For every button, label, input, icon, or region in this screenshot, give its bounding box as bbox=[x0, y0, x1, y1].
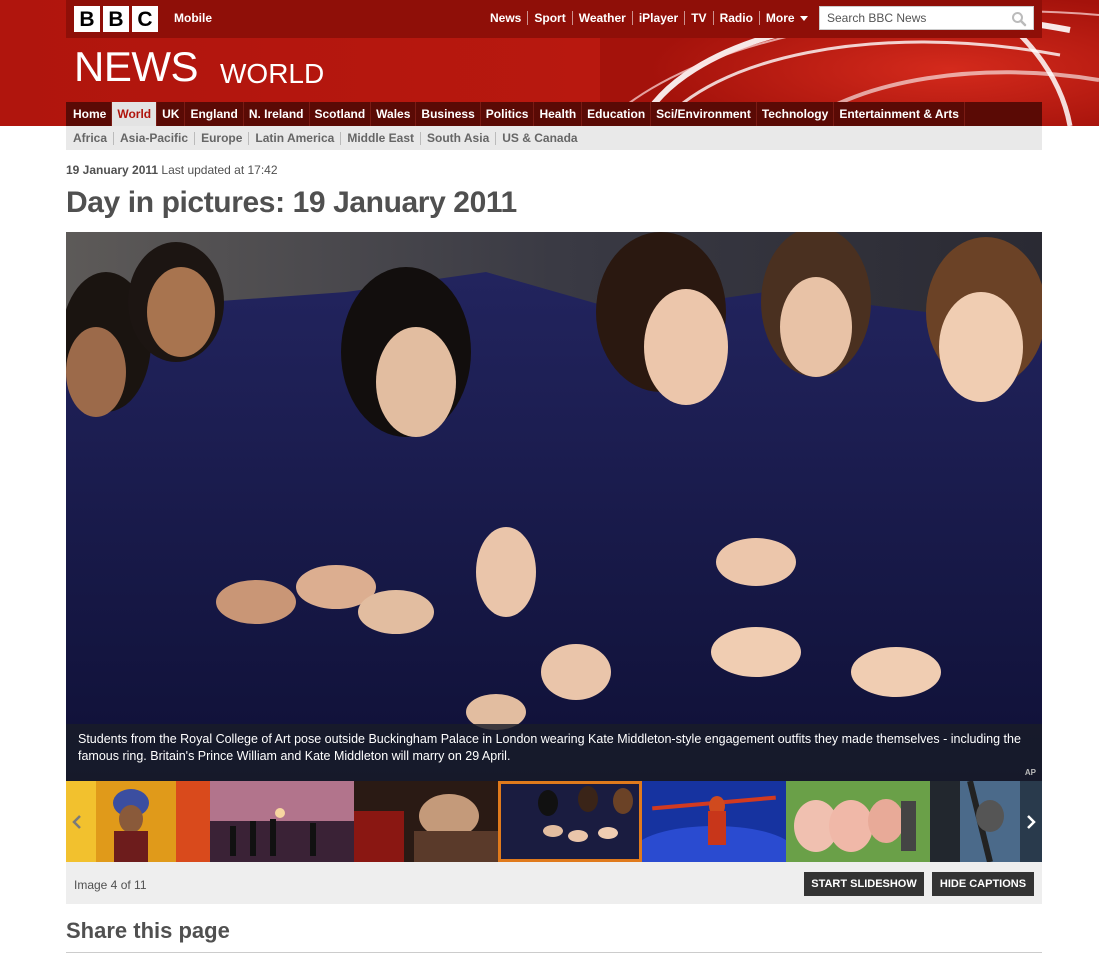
bbc-logo-block: B bbox=[74, 6, 100, 32]
thumbnail[interactable] bbox=[786, 781, 930, 862]
nav-item-technology[interactable]: Technology bbox=[757, 102, 835, 126]
global-nav-sport[interactable]: Sport bbox=[527, 11, 571, 25]
thumbnail-strip bbox=[66, 781, 1042, 862]
global-nav: News Sport Weather iPlayer TV Radio More bbox=[484, 11, 814, 25]
previous-image-button[interactable] bbox=[66, 781, 88, 862]
chevron-left-icon bbox=[72, 814, 81, 829]
image-counter: Image 4 of 11 bbox=[74, 878, 147, 892]
gallery-controls: Image 4 of 11 START SLIDESHOW HIDE CAPTI… bbox=[66, 862, 1042, 904]
global-nav-tv[interactable]: TV bbox=[684, 11, 712, 25]
nav-item-england[interactable]: England bbox=[185, 102, 244, 126]
thumbnail[interactable] bbox=[354, 781, 498, 862]
nav-item-home[interactable]: Home bbox=[68, 102, 113, 126]
mobile-link[interactable]: Mobile bbox=[174, 11, 212, 25]
nav-item-uk[interactable]: UK bbox=[157, 102, 186, 126]
next-image-button[interactable] bbox=[1020, 781, 1042, 862]
nav-item-entertainment-arts[interactable]: Entertainment & Arts bbox=[834, 102, 965, 126]
nav-item-wales[interactable]: Wales bbox=[371, 102, 417, 126]
global-nav-radio[interactable]: Radio bbox=[712, 11, 759, 25]
publish-date: 19 January 2011 bbox=[66, 163, 159, 177]
section-title-world[interactable]: WORLD bbox=[220, 60, 324, 88]
photo-caption: Students from the Royal College of Art p… bbox=[66, 724, 1042, 781]
main-photo bbox=[66, 232, 1042, 781]
subnav-item-asia-pacific[interactable]: Asia-Pacific bbox=[114, 131, 196, 145]
nav-item-n-ireland[interactable]: N. Ireland bbox=[244, 102, 310, 126]
subnav-item-europe[interactable]: Europe bbox=[195, 131, 250, 145]
thumbnail[interactable] bbox=[642, 781, 786, 862]
bbc-logo[interactable]: B B C bbox=[74, 6, 158, 32]
search-input[interactable] bbox=[820, 7, 1005, 29]
global-nav-news[interactable]: News bbox=[484, 11, 527, 25]
subnav-item-africa[interactable]: Africa bbox=[67, 131, 115, 145]
subnav-item-us-canada[interactable]: US & Canada bbox=[496, 131, 583, 145]
subnav-item-south-asia[interactable]: South Asia bbox=[421, 131, 497, 145]
nav-item-scotland[interactable]: Scotland bbox=[310, 102, 372, 126]
global-nav-more-dropdown[interactable]: More bbox=[758, 11, 814, 25]
subnav-item-middle-east[interactable]: Middle East bbox=[341, 131, 422, 145]
secondary-nav: Africa Asia-Pacific Europe Latin America… bbox=[66, 126, 1042, 150]
primary-nav: Home World UK England N. Ireland Scotlan… bbox=[66, 102, 1042, 126]
nav-item-health[interactable]: Health bbox=[534, 102, 583, 126]
global-nav-iplayer[interactable]: iPlayer bbox=[631, 11, 684, 25]
search-box bbox=[819, 6, 1034, 30]
photo-gallery: Students from the Royal College of Art p… bbox=[66, 232, 1042, 862]
nav-item-education[interactable]: Education bbox=[582, 102, 652, 126]
bbc-logo-block: B bbox=[103, 6, 129, 32]
divider bbox=[66, 952, 1042, 953]
search-icon[interactable] bbox=[1011, 11, 1027, 27]
start-slideshow-button[interactable]: START SLIDESHOW bbox=[804, 872, 924, 896]
thumbnail-selected[interactable] bbox=[498, 781, 642, 862]
last-updated: Last updated at 17:42 bbox=[161, 163, 278, 177]
page-title: Day in pictures: 19 January 2011 bbox=[66, 186, 517, 219]
nav-item-politics[interactable]: Politics bbox=[481, 102, 535, 126]
nav-item-world[interactable]: World bbox=[112, 102, 158, 126]
nav-item-business[interactable]: Business bbox=[416, 102, 481, 126]
chevron-right-icon bbox=[1027, 814, 1036, 829]
photo-credit: AP bbox=[1024, 768, 1036, 777]
share-heading: Share this page bbox=[66, 918, 230, 943]
bbc-logo-block: C bbox=[132, 6, 158, 32]
nav-item-sci-environment[interactable]: Sci/Environment bbox=[651, 102, 757, 126]
section-title-news[interactable]: NEWS bbox=[74, 46, 199, 88]
top-bar: B B C Mobile News Sport Weather iPlayer … bbox=[66, 0, 1042, 38]
hide-captions-button[interactable]: HIDE CAPTIONS bbox=[932, 872, 1034, 896]
dateline: 19 January 2011 Last updated at 17:42 bbox=[66, 163, 278, 177]
thumbnail[interactable] bbox=[210, 781, 354, 862]
global-nav-weather[interactable]: Weather bbox=[571, 11, 632, 25]
subnav-item-latin-america[interactable]: Latin America bbox=[249, 131, 342, 145]
